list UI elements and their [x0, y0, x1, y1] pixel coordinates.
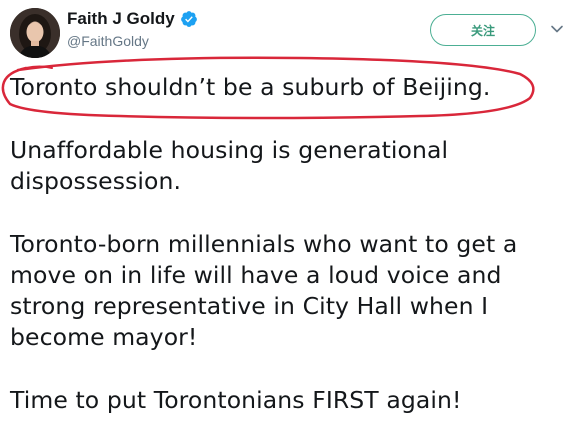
avatar-photo-icon — [10, 8, 60, 58]
tweet-line: strong representative in City Hall when … — [10, 292, 489, 320]
chevron-down-icon[interactable] — [550, 22, 564, 36]
name-row: Faith J Goldy — [67, 9, 198, 29]
tweet-paragraph: Time to put Torontonians FIRST again! — [10, 385, 462, 416]
tweet-line: Time to put Torontonians FIRST again! — [10, 386, 462, 414]
follow-button[interactable]: 关注 — [430, 14, 536, 46]
handle[interactable]: @FaithGoldy — [67, 33, 149, 49]
tweet-line: Toronto shouldn’t be a suburb of Beijing… — [10, 73, 491, 101]
follow-button-label: 关注 — [470, 23, 495, 38]
avatar[interactable] — [10, 8, 60, 58]
tweet-paragraph: Toronto-born millennials who want to get… — [10, 229, 517, 353]
tweet-line: move on in life will have a loud voice a… — [10, 261, 502, 289]
tweet-line: Toronto-born millennials who want to get… — [10, 230, 518, 258]
verified-badge-icon — [180, 10, 198, 28]
tweet-paragraph: Unaffordable housing is generational disp… — [10, 135, 448, 197]
tweet-line: dispossession. — [10, 167, 182, 195]
tweet-line: become mayor! — [10, 323, 198, 351]
display-name[interactable]: Faith J Goldy — [67, 9, 175, 29]
tweet-paragraph: Toronto shouldn’t be a suburb of Beijing… — [10, 72, 491, 103]
tweet-line: Unaffordable housing is generational — [10, 136, 449, 164]
